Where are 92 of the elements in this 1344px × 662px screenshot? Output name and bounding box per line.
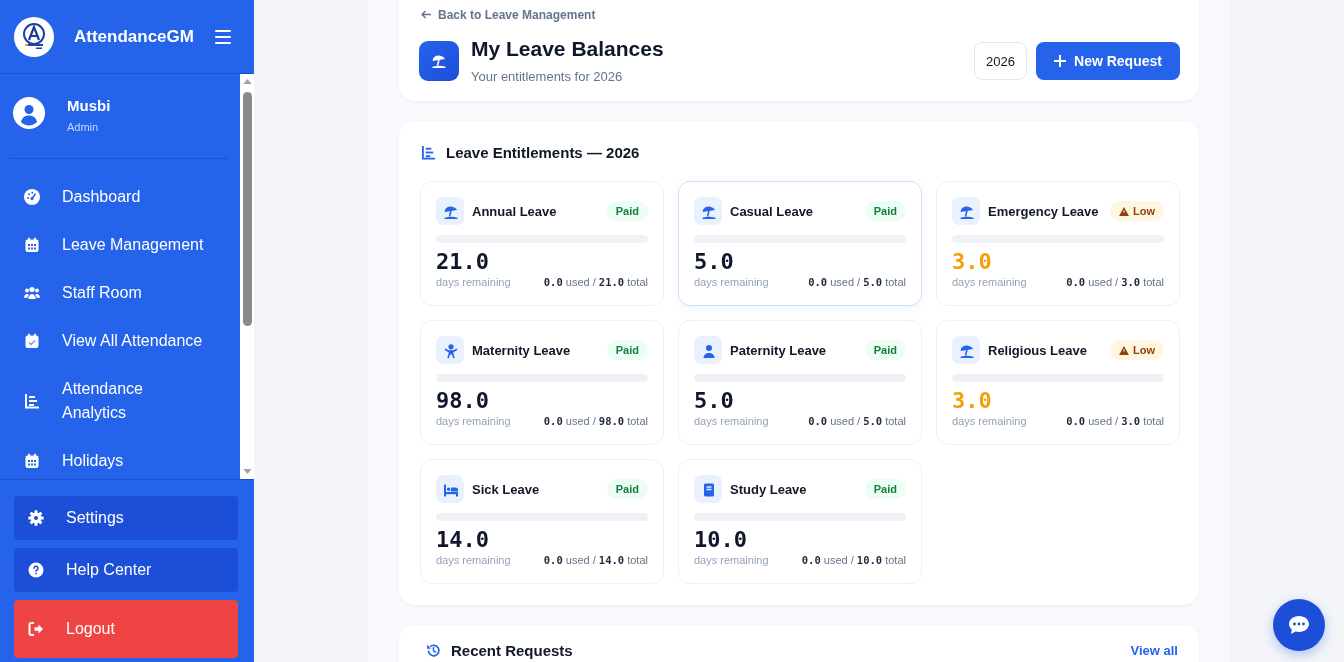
nav-item[interactable]: Holidays [0, 437, 240, 479]
book-icon [694, 475, 722, 503]
usage-summary: 0.0 used / 98.0 total [543, 414, 648, 428]
remaining-label: days remaining [694, 275, 769, 289]
remaining-days: 21.0 [436, 249, 648, 275]
bed-icon [436, 475, 464, 503]
scroll-down-icon[interactable] [242, 469, 252, 474]
remaining-label: days remaining [952, 275, 1027, 289]
remaining-days: 5.0 [694, 388, 906, 414]
remaining-days: 98.0 [436, 388, 648, 414]
warning-icon [1119, 345, 1129, 355]
warning-icon [1119, 206, 1129, 216]
user-role: Admin [67, 120, 100, 134]
remaining-label: days remaining [694, 553, 769, 567]
brand-name: AttendanceGM [74, 26, 194, 47]
help-center-button[interactable]: Help Center [14, 548, 238, 592]
usage-summary: 0.0 used / 14.0 total [543, 553, 648, 567]
remaining-label: days remaining [436, 275, 511, 289]
section-title: Leave Entitlements — 2026 [446, 143, 640, 161]
help-icon [28, 562, 44, 578]
remaining-label: days remaining [952, 414, 1027, 428]
logout-icon [28, 621, 44, 637]
usage-summary: 0.0 used / 21.0 total [543, 275, 648, 289]
badge-label: Paid [873, 204, 897, 218]
user-name: Musbi [67, 96, 111, 116]
view-all-link[interactable]: View all [1130, 642, 1178, 658]
settings-button[interactable]: Settings [14, 496, 238, 540]
settings-icon [28, 510, 44, 526]
leave-type-name: Religious Leave [988, 342, 1088, 358]
remaining-days: 3.0 [952, 388, 1164, 414]
scrollbar-thumb[interactable] [242, 92, 252, 326]
menu-icon[interactable] [214, 29, 231, 44]
usage-summary: 0.0 used / 5.0 total [808, 414, 906, 428]
beach-umbrella-icon [694, 197, 722, 225]
leave-type-name: Casual Leave [730, 203, 815, 219]
calendar-icon [24, 237, 40, 253]
leave-type-name: Paternity Leave [730, 342, 828, 358]
usage-summary: 0.0 used / 3.0 total [1066, 414, 1164, 428]
beach-umbrella-icon [952, 197, 980, 225]
calendar-check-icon [24, 333, 40, 349]
leave-type-name: Sick Leave [472, 481, 541, 497]
page-subtitle: Your entitlements for 2026 [471, 69, 624, 85]
leave-type-name: Annual Leave [472, 203, 558, 219]
back-link[interactable]: Back to Leave Management [421, 6, 596, 23]
remaining-days: 3.0 [952, 249, 1164, 275]
gauge-icon [24, 189, 40, 205]
badge-label: Paid [873, 343, 897, 357]
avatar-icon [13, 97, 45, 129]
calendar-icon [24, 453, 40, 469]
logo-icon [14, 16, 54, 57]
logout-button[interactable]: Logout [14, 600, 238, 658]
usage-summary: 0.0 used / 3.0 total [1066, 275, 1164, 289]
remaining-days: 14.0 [436, 527, 648, 553]
nav-item[interactable]: View All Attendance [0, 317, 240, 365]
users-icon [24, 285, 40, 301]
badge-label: Low [1133, 343, 1155, 357]
badge-label: Low [1133, 204, 1155, 218]
beach-umbrella-icon [419, 41, 459, 81]
page-title: My Leave Balances [471, 37, 665, 61]
badge-label: Paid [873, 482, 897, 496]
section-title: Recent Requests [451, 641, 573, 659]
bar-chart-icon [24, 393, 40, 409]
usage-summary: 0.0 used / 5.0 total [808, 275, 906, 289]
person-icon [694, 336, 722, 364]
remaining-days: 10.0 [694, 527, 906, 553]
history-icon [426, 642, 441, 658]
leave-type-name: Study Leave [730, 481, 808, 497]
usage-summary: 0.0 used / 10.0 total [801, 553, 906, 567]
badge-label: Paid [615, 343, 639, 357]
scrollbar[interactable] [240, 74, 254, 479]
badge-label: Paid [615, 204, 639, 218]
leave-type-name: Emergency Leave [988, 203, 1100, 219]
badge-label: Paid [615, 482, 639, 496]
beach-umbrella-icon [952, 336, 980, 364]
plus-icon [1054, 55, 1067, 67]
beach-umbrella-icon [436, 197, 464, 225]
nav-item[interactable]: Leave Management [0, 221, 240, 269]
chat-bubble-icon [1288, 615, 1310, 635]
arrow-left-icon [421, 10, 432, 19]
nav-item[interactable]: Staff Room [0, 269, 240, 317]
new-request-button[interactable]: New Request [1036, 42, 1180, 80]
bar-chart-icon [421, 144, 436, 160]
scroll-up-icon[interactable] [242, 79, 252, 84]
leave-type-name: Maternity Leave [472, 342, 572, 358]
nav-item[interactable]: Attendance Analytics [0, 365, 240, 437]
year-select[interactable]: 2026 [974, 42, 1027, 80]
nav-item[interactable]: Dashboard [0, 173, 240, 221]
remaining-days: 5.0 [694, 249, 906, 275]
child-icon [436, 336, 464, 364]
remaining-label: days remaining [694, 414, 769, 428]
remaining-label: days remaining [436, 414, 511, 428]
remaining-label: days remaining [436, 553, 511, 567]
